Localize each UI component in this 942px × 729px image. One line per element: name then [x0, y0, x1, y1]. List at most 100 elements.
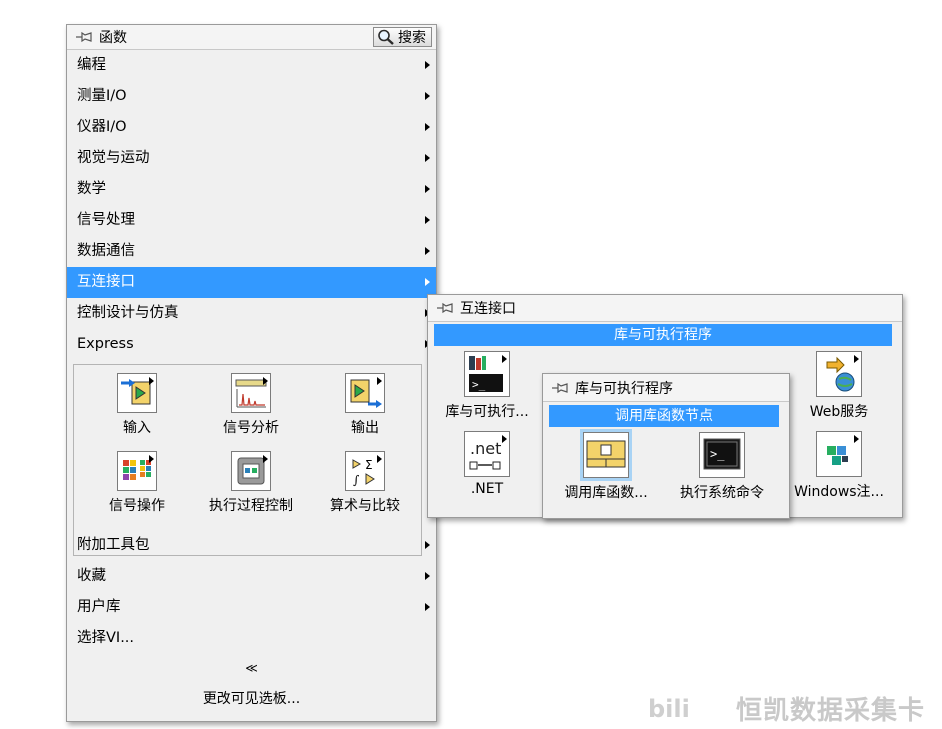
dotnet-icon: .net [464, 431, 510, 477]
thumbtack-icon[interactable] [436, 301, 454, 315]
dotnet-item[interactable]: .net .NET [432, 431, 542, 497]
svg-text:Σ: Σ [365, 458, 373, 472]
menu-item-label: 数学 [77, 181, 106, 197]
submenu-arrow-icon [425, 123, 430, 131]
express-icon-panel: 输入 信号分析 输出 信号操作 执行过程控制 Σ ∫ 算术与比较 [73, 364, 422, 556]
menu-item-label: 视觉与运动 [77, 150, 150, 166]
magnifier-icon [378, 29, 394, 45]
menu-item-label: 编程 [77, 57, 106, 73]
libraries-executables-palette: 库与可执行程序 调用库函数节点 调用库函数... >_ 执行系统命令 [542, 373, 790, 519]
submenu-arrow-icon [425, 216, 430, 224]
express-icon-label: 输入 [123, 420, 151, 436]
execution-control-icon [231, 451, 271, 491]
functions-palette-titlebar[interactable]: 函数 搜索 [67, 25, 436, 50]
express-icon-label: 算术与比较 [330, 498, 400, 514]
menu-item-label: 用户库 [77, 599, 121, 615]
menu-item-label: Express [77, 336, 134, 352]
svg-text:>_: >_ [472, 378, 486, 391]
submenu-arrow-icon [425, 541, 430, 549]
signal-analysis-icon [231, 373, 271, 413]
search-button[interactable]: 搜索 [373, 27, 432, 47]
submenu-arrow-icon [425, 185, 430, 193]
menu-item-vision-motion[interactable]: 视觉与运动 [67, 143, 436, 174]
call-library-function-item[interactable]: 调用库函数... [551, 432, 661, 502]
output-icon [345, 373, 385, 413]
change-visible-palettes-button[interactable]: 更改可见选板... [67, 688, 436, 708]
collapse-chevron-icon[interactable]: ≪ [67, 661, 436, 675]
call-library-function-icon [583, 432, 629, 478]
input-icon [117, 373, 157, 413]
menu-item-addons[interactable]: 附加工具包 [67, 530, 436, 561]
functions-palette: 函数 搜索 编程 测量I/O 仪器I/O 视觉与运动 数学 信号处理 数据通信 … [66, 24, 437, 722]
menu-item-label: 测量I/O [77, 88, 127, 104]
menu-item-label: 控制设计与仿真 [77, 305, 179, 321]
libraries-executables-item[interactable]: >_ 库与可执行... [432, 351, 542, 421]
web-services-icon [816, 351, 862, 397]
svg-text:>_: >_ [710, 447, 725, 461]
submenu-arrow-icon [425, 603, 430, 611]
submenu-arrow-icon [425, 247, 430, 255]
express-arithmetic-comparison[interactable]: Σ ∫ 算术与比较 [310, 451, 420, 515]
menu-item-label: 信号处理 [77, 212, 135, 228]
connectivity-icon-label: 库与可执行... [445, 404, 529, 420]
svg-text:.net: .net [470, 439, 501, 458]
menu-item-mathematics[interactable]: 数学 [67, 174, 436, 205]
windows-registry-icon [816, 431, 862, 477]
system-exec-icon: >_ [699, 432, 745, 478]
menu-item-data-communication[interactable]: 数据通信 [67, 236, 436, 267]
windows-registry-item[interactable]: Windows注... [784, 431, 894, 501]
menu-item-label: 附加工具包 [77, 537, 150, 553]
express-icon-label: 信号分析 [223, 420, 279, 436]
menu-item-label: 互连接口 [77, 274, 135, 290]
express-signal-manipulation[interactable]: 信号操作 [82, 451, 192, 515]
menu-item-express[interactable]: Express [67, 329, 436, 360]
connectivity-icon-label: Windows注... [794, 484, 884, 500]
palette-title: 函数 [99, 30, 127, 46]
menu-item-user-libraries[interactable]: 用户库 [67, 592, 436, 623]
connectivity-icon-label: Web服务 [809, 404, 869, 420]
menu-item-signal-processing[interactable]: 信号处理 [67, 205, 436, 236]
bilibili-logo-icon: bili [648, 695, 690, 723]
submenu-arrow-icon [425, 61, 430, 69]
menu-item-label: 仪器I/O [77, 119, 127, 135]
menu-item-measurement-io[interactable]: 测量I/O [67, 81, 436, 112]
connectivity-palette-titlebar[interactable]: 互连接口 [428, 295, 902, 322]
menu-item-programming[interactable]: 编程 [67, 50, 436, 81]
express-execution-control[interactable]: 执行过程控制 [196, 451, 306, 515]
menu-item-connectivity[interactable]: 互连接口 [67, 267, 436, 298]
section-header: 库与可执行程序 [434, 324, 892, 346]
signal-manipulation-icon [117, 451, 157, 491]
connectivity-icon-label: .NET [470, 481, 504, 497]
libraries-icon-label: 执行系统命令 [680, 485, 764, 501]
libraries-icon-label: 调用库函数... [564, 485, 648, 501]
express-icon-label: 执行过程控制 [209, 498, 293, 514]
menu-item-select-vi[interactable]: 选择VI... [67, 623, 436, 654]
menu-item-control-design-simulation[interactable]: 控制设计与仿真 [67, 298, 436, 329]
watermark: bili 恒凯数据采集卡 [648, 688, 940, 728]
menu-item-label: 选择VI... [77, 630, 135, 646]
express-icon-label: 输出 [351, 420, 379, 436]
express-input[interactable]: 输入 [82, 373, 192, 437]
menu-item-favorites[interactable]: 收藏 [67, 561, 436, 592]
libraries-executables-icon: >_ [464, 351, 510, 397]
menu-item-label: 收藏 [77, 568, 106, 584]
submenu-arrow-icon [425, 278, 430, 286]
thumbtack-icon[interactable] [75, 30, 93, 44]
section-header: 调用库函数节点 [549, 405, 779, 427]
svg-text:bili: bili [648, 695, 690, 723]
thumbtack-icon[interactable] [551, 381, 569, 395]
svg-text:∫: ∫ [353, 473, 360, 487]
submenu-arrow-icon [425, 92, 430, 100]
watermark-text: 恒凯数据采集卡 [736, 695, 926, 726]
menu-item-label: 数据通信 [77, 243, 135, 259]
system-exec-item[interactable]: >_ 执行系统命令 [667, 432, 777, 502]
palette-title: 库与可执行程序 [575, 380, 673, 397]
menu-item-instrument-io[interactable]: 仪器I/O [67, 112, 436, 143]
express-signal-analysis[interactable]: 信号分析 [196, 373, 306, 437]
libraries-palette-titlebar[interactable]: 库与可执行程序 [543, 374, 789, 402]
arithmetic-comparison-icon: Σ ∫ [345, 451, 385, 491]
web-services-item[interactable]: Web服务 [784, 351, 894, 421]
palette-title: 互连接口 [460, 301, 516, 317]
express-output[interactable]: 输出 [310, 373, 420, 437]
submenu-arrow-icon [425, 572, 430, 580]
